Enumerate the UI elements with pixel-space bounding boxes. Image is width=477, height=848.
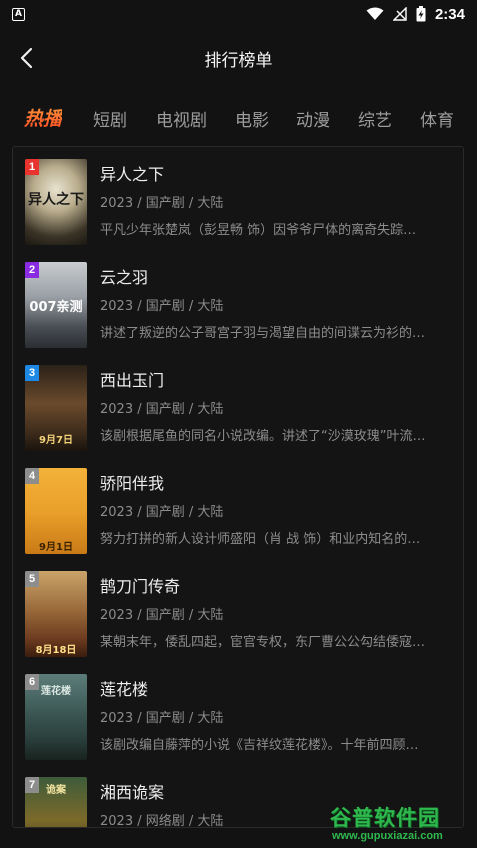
status-time: 2:34 [434,5,465,23]
item-title: 骄阳伴我 [100,474,165,493]
item-description: 某朝末年，倭乱四起，宦官专权，东厂曹公公勾结倭寇… [100,635,426,650]
item-title: 湘西诡案 [100,783,165,802]
tab-hot[interactable]: 热播 [24,104,62,131]
item-meta: 2023 / 国产剧 / 大陆 [100,402,224,417]
poster-caption: 8月18日 [35,645,77,656]
rank-badge: 7 [25,777,39,793]
site-watermark: 谷普软件园 www.gupuxiazai.com [330,800,472,846]
item-description: 努力打拼的新人设计师盛阳（肖 战 饰）和业内知名的… [100,532,421,547]
item-description: 平凡少年张楚岚（彭昱畅 饰）因爷爷尸体的离奇失踪… [100,223,417,238]
item-title: 西出玉门 [100,371,165,390]
rank-badge: 4 [25,468,39,484]
tab-tv-series[interactable]: 电视剧 [156,106,207,131]
item-description: 该剧根据尾鱼的同名小说改编。讲述了“沙漠玫瑰”叶流… [100,429,426,444]
rank-badge: 2 [25,262,39,278]
header: 排行榜单 [0,36,477,80]
rank-badge: 6 [25,674,39,690]
list-item[interactable]: 2 007亲测 云之羽 2023 / 国产剧 / 大陆 讲述了叛逆的公子哥宫子羽… [25,262,455,348]
rank-badge: 3 [25,365,39,381]
poster-caption: 9月7日 [39,435,73,446]
watermark-url: www.gupuxiazai.com [332,830,443,842]
ranking-list: 1 异人之下 异人之下 2023 / 国产剧 / 大陆 平凡少年张楚岚（彭昱畅 … [12,146,464,828]
category-tabs: 热播 短剧 电视剧 电影 动漫 综艺 体育 [0,98,477,140]
item-meta: 2023 / 国产剧 / 大陆 [100,299,224,314]
wifi-icon [366,7,384,20]
page-title: 排行榜单 [204,51,273,71]
item-description: 讲述了叛逆的公子哥宫子羽与渴望自由的间谍云为衫的… [100,326,426,341]
poster-image: 3 9月7日 [25,365,87,451]
tab-anime[interactable]: 动漫 [296,106,330,131]
item-meta: 2023 / 国产剧 / 大陆 [100,608,224,623]
item-meta: 2023 / 国产剧 / 大陆 [100,196,224,211]
poster-image: 1 异人之下 [25,159,87,245]
item-title: 莲花楼 [100,680,149,699]
poster-image: 2 007亲测 [25,262,87,348]
no-signal-icon [392,7,407,21]
list-item[interactable]: 3 9月7日 西出玉门 2023 / 国产剧 / 大陆 该剧根据尾鱼的同名小说改… [25,365,455,451]
app-notification-icon: A [12,7,25,21]
tab-variety[interactable]: 综艺 [358,106,392,131]
rank-badge: 5 [25,571,39,587]
item-title: 鹊刀门传奇 [100,577,181,596]
poster-caption: 9月1日 [39,542,73,553]
item-meta: 2023 / 网络剧 / 大陆 [100,814,224,828]
item-title: 云之羽 [100,268,149,287]
poster-image: 5 8月18日 [25,571,87,657]
rank-badge: 1 [25,159,39,175]
battery-charging-icon [416,6,426,22]
poster-image: 4 9月1日 [25,468,87,554]
poster-image: 6 莲花楼 [25,674,87,760]
item-description: 该剧改编自藤萍的小说《吉祥纹莲花楼》。十年前四顾… [100,738,419,753]
item-title: 异人之下 [100,165,165,184]
poster-image: 7 诡案 [25,777,87,827]
list-item[interactable]: 5 8月18日 鹊刀门传奇 2023 / 国产剧 / 大陆 某朝末年，倭乱四起，… [25,571,455,657]
watermark-logo-text: 谷普软件园 [330,806,440,830]
item-meta: 2023 / 国产剧 / 大陆 [100,711,224,726]
poster-caption: 007亲测 [29,300,83,315]
status-bar: A 2:34 [0,0,477,28]
poster-caption: 异人之下 [28,192,84,208]
item-meta: 2023 / 国产剧 / 大陆 [100,505,224,520]
list-item[interactable]: 4 9月1日 骄阳伴我 2023 / 国产剧 / 大陆 努力打拼的新人设计师盛阳… [25,468,455,554]
tab-sports[interactable]: 体育 [420,106,454,131]
list-item[interactable]: 1 异人之下 异人之下 2023 / 国产剧 / 大陆 平凡少年张楚岚（彭昱畅 … [25,159,455,245]
tab-short-drama[interactable]: 短剧 [93,106,127,131]
list-item[interactable]: 6 莲花楼 莲花楼 2023 / 国产剧 / 大陆 该剧改编自藤萍的小说《吉祥纹… [25,674,455,760]
tab-movie[interactable]: 电影 [235,106,269,131]
